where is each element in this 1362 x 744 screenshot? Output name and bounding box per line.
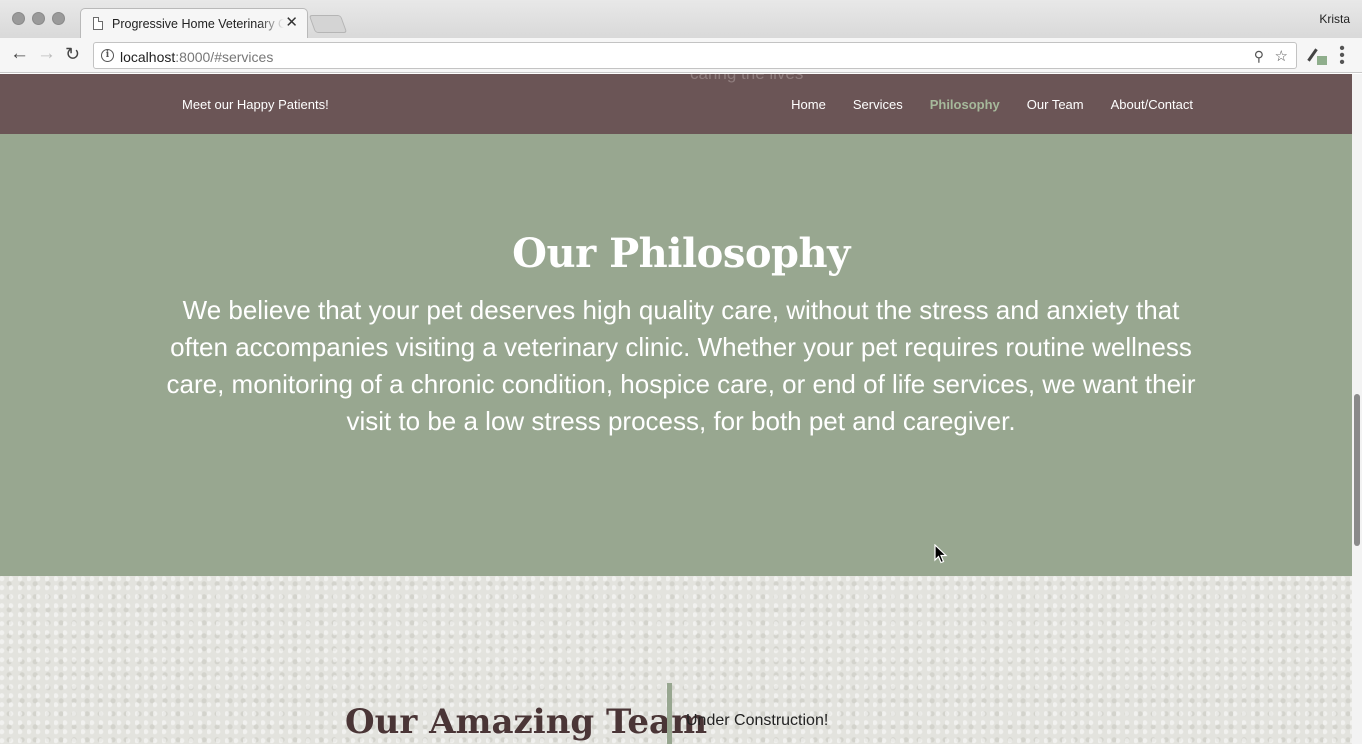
tab-close-icon[interactable]: ✕: [285, 14, 298, 32]
nav-link-happy-patients[interactable]: Meet our Happy Patients!: [182, 97, 329, 112]
profile-name[interactable]: Krista: [1319, 12, 1350, 26]
url-text[interactable]: localhost:8000/#services: [120, 49, 273, 65]
close-window-icon[interactable]: [12, 12, 25, 25]
back-arrow-icon[interactable]: ←: [10, 44, 29, 64]
mouse-cursor-icon: [934, 544, 948, 564]
eyedropper-icon[interactable]: [1307, 48, 1327, 65]
philosophy-section: Our Philosophy We believe that your pet …: [0, 134, 1352, 576]
kebab-menu-icon[interactable]: • • •: [1339, 41, 1345, 71]
team-section: Our Amazing Team Under Construction!: [0, 576, 1352, 744]
maximize-window-icon[interactable]: [52, 12, 65, 25]
forward-arrow-icon[interactable]: →: [37, 44, 56, 64]
scrollbar-thumb[interactable]: [1354, 394, 1360, 546]
philosophy-title: Our Philosophy: [512, 230, 850, 277]
info-icon[interactable]: i: [101, 49, 114, 62]
page-icon: [93, 17, 103, 30]
reload-icon[interactable]: ↻: [65, 44, 80, 64]
star-icon[interactable]: ☆: [1275, 47, 1288, 65]
tab-title: Progressive Home Veterinary Care: [112, 17, 284, 31]
site-navbar: caring the lives Meet our Happy Patients…: [0, 74, 1352, 134]
under-construction-note: Under Construction!: [686, 712, 829, 729]
browser-titlebar: Progressive Home Veterinary Care ✕ Krist…: [0, 0, 1362, 39]
philosophy-text: We believe that your pet deserves high q…: [166, 295, 1196, 436]
minimize-window-icon[interactable]: [32, 12, 45, 25]
nav-link-home[interactable]: Home: [791, 97, 826, 112]
nav-link-about-contact[interactable]: About/Contact: [1111, 97, 1193, 112]
new-tab-button[interactable]: [308, 15, 348, 33]
zoom-out-icon[interactable]: ⚲: [1254, 48, 1264, 65]
browser-toolbar: ← → ↻ i localhost:8000/#services ⚲ ☆ • • •: [0, 38, 1362, 73]
browser-tab-active[interactable]: Progressive Home Veterinary Care ✕: [80, 8, 308, 39]
nav-link-philosophy[interactable]: Philosophy: [930, 97, 1000, 112]
page-scrollbar[interactable]: [1352, 74, 1362, 744]
address-bar[interactable]: i localhost:8000/#services ⚲ ☆: [93, 42, 1297, 69]
nav-links: Home Services Philosophy Our Team About/…: [791, 97, 1193, 112]
page-viewport: caring the lives Meet our Happy Patients…: [0, 74, 1352, 744]
nav-link-our-team[interactable]: Our Team: [1027, 97, 1084, 112]
partial-hidden-text: caring the lives: [690, 74, 803, 84]
team-divider: [667, 683, 672, 744]
nav-link-services[interactable]: Services: [853, 97, 903, 112]
team-title: Our Amazing Team: [345, 702, 708, 742]
